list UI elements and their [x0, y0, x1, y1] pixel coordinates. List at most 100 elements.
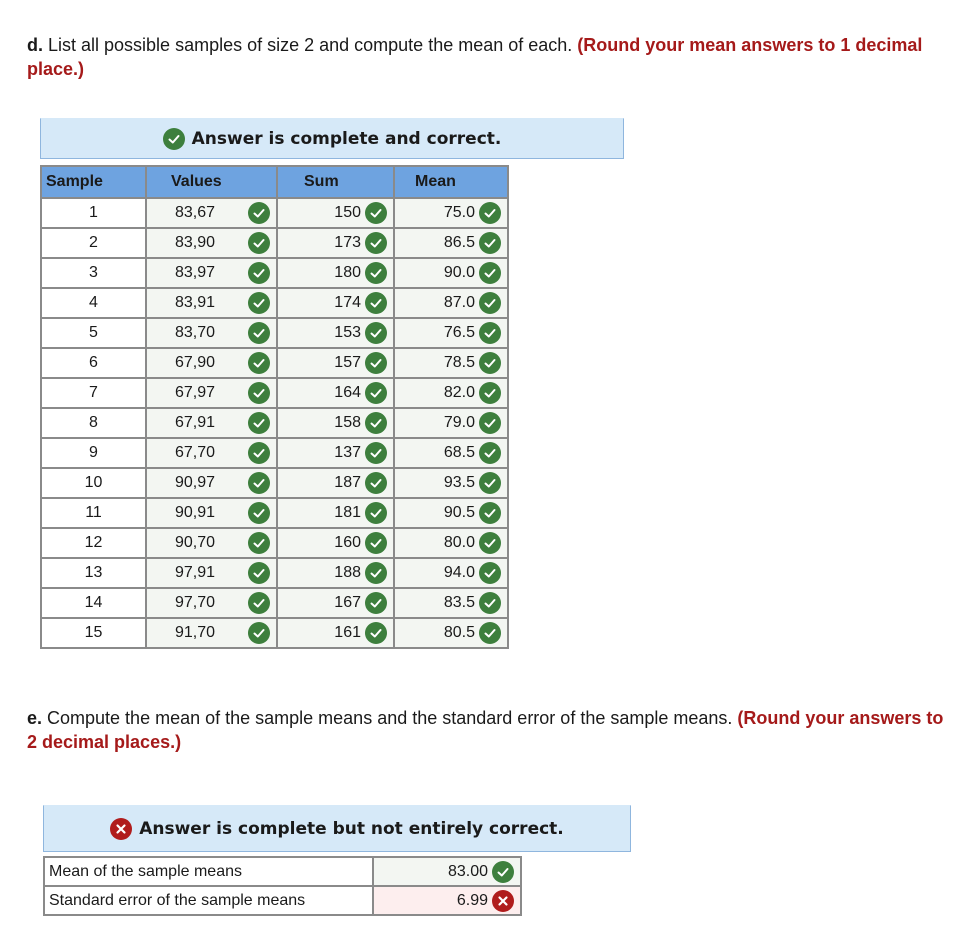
values-input[interactable]: 67,97 [145, 377, 278, 409]
mean-text: 94.0 [443, 564, 475, 581]
check-circle-icon [479, 202, 501, 224]
check-circle-icon [248, 472, 270, 494]
values-input[interactable]: 83,91 [145, 287, 278, 319]
header-sample: Sample [40, 165, 147, 199]
mean-text: 93.5 [443, 474, 475, 491]
table-row: 3 83,97 180 90.0 [40, 257, 509, 289]
summary-value: 83.00 [447, 862, 488, 880]
mean-input[interactable]: 83.5 [393, 587, 509, 619]
values-input[interactable]: 83,90 [145, 227, 278, 259]
values-text: 83,70 [175, 324, 216, 341]
sample-number: 3 [40, 257, 147, 289]
sum-text: 180 [334, 264, 361, 281]
values-input[interactable]: 83,70 [145, 317, 278, 349]
sum-input[interactable]: 174 [276, 287, 395, 319]
sum-input[interactable]: 158 [276, 407, 395, 439]
table-row: 12 90,70 160 80.0 [40, 527, 509, 559]
check-circle-icon [365, 442, 387, 464]
check-circle-icon [479, 622, 501, 644]
mean-input[interactable]: 79.0 [393, 407, 509, 439]
sum-input[interactable]: 180 [276, 257, 395, 289]
values-input[interactable]: 97,70 [145, 587, 278, 619]
mean-input[interactable]: 90.0 [393, 257, 509, 289]
sample-number: 13 [40, 557, 147, 589]
check-circle-icon [248, 562, 270, 584]
values-text: 83,67 [175, 204, 216, 221]
values-input[interactable]: 91,70 [145, 617, 278, 649]
mean-input[interactable]: 75.0 [393, 197, 509, 229]
values-input[interactable]: 67,90 [145, 347, 278, 379]
sum-input[interactable]: 157 [276, 347, 395, 379]
values-text: 97,70 [175, 594, 216, 611]
check-circle-icon [365, 592, 387, 614]
values-input[interactable]: 90,70 [145, 527, 278, 559]
values-input[interactable]: 67,91 [145, 407, 278, 439]
values-input[interactable]: 67,70 [145, 437, 278, 469]
check-circle-icon [479, 382, 501, 404]
sum-input[interactable]: 161 [276, 617, 395, 649]
mean-text: 90.0 [443, 264, 475, 281]
check-circle-icon [248, 322, 270, 344]
mean-text: 87.0 [443, 294, 475, 311]
sum-input[interactable]: 187 [276, 467, 395, 499]
values-input[interactable]: 90,97 [145, 467, 278, 499]
sample-number: 9 [40, 437, 147, 469]
mean-input[interactable]: 76.5 [393, 317, 509, 349]
mean-input[interactable]: 68.5 [393, 437, 509, 469]
table-row: 15 91,70 161 80.5 [40, 617, 509, 649]
sum-input[interactable]: 153 [276, 317, 395, 349]
values-input[interactable]: 90,91 [145, 497, 278, 529]
mean-input[interactable]: 82.0 [393, 377, 509, 409]
check-circle-icon [479, 592, 501, 614]
values-input[interactable]: 83,97 [145, 257, 278, 289]
sum-text: 173 [334, 234, 361, 251]
summary-row: Standard error of the sample means 6.99 [43, 885, 522, 916]
table-header-row: Sample Values Sum Mean [40, 165, 509, 199]
mean-input[interactable]: 94.0 [393, 557, 509, 589]
x-circle-icon [492, 889, 514, 912]
check-circle-icon [365, 382, 387, 404]
mean-text: 68.5 [443, 444, 475, 461]
sum-text: 181 [334, 504, 361, 521]
table-row: 4 83,91 174 87.0 [40, 287, 509, 319]
question-d: d. List all possible samples of size 2 a… [27, 33, 957, 81]
sum-input[interactable]: 167 [276, 587, 395, 619]
answer-status-banner-d: Answer is complete and correct. [40, 118, 624, 159]
sum-text: 160 [334, 534, 361, 551]
sample-number: 4 [40, 287, 147, 319]
check-circle-icon [479, 442, 501, 464]
sum-input[interactable]: 137 [276, 437, 395, 469]
values-input[interactable]: 97,91 [145, 557, 278, 589]
sample-number: 1 [40, 197, 147, 229]
mean-input[interactable]: 78.5 [393, 347, 509, 379]
mean-input[interactable]: 86.5 [393, 227, 509, 259]
table-row: 10 90,97 187 93.5 [40, 467, 509, 499]
sum-text: 157 [334, 354, 361, 371]
values-input[interactable]: 83,67 [145, 197, 278, 229]
check-circle-icon [365, 472, 387, 494]
mean-text: 79.0 [443, 414, 475, 431]
summary-answer-input[interactable]: 6.99 [372, 885, 522, 916]
sum-input[interactable]: 181 [276, 497, 395, 529]
mean-input[interactable]: 80.5 [393, 617, 509, 649]
values-text: 97,91 [175, 564, 216, 581]
summary-answer-input[interactable]: 83.00 [372, 856, 522, 887]
mean-input[interactable]: 80.0 [393, 527, 509, 559]
mean-input[interactable]: 93.5 [393, 467, 509, 499]
sum-input[interactable]: 173 [276, 227, 395, 259]
table-row: 11 90,91 181 90.5 [40, 497, 509, 529]
mean-input[interactable]: 90.5 [393, 497, 509, 529]
sum-input[interactable]: 188 [276, 557, 395, 589]
check-circle-icon [248, 262, 270, 284]
question-e: e. Compute the mean of the sample means … [27, 706, 957, 754]
mean-text: 78.5 [443, 354, 475, 371]
mean-text: 83.5 [443, 594, 475, 611]
sum-input[interactable]: 150 [276, 197, 395, 229]
sample-number: 7 [40, 377, 147, 409]
sum-text: 161 [334, 624, 361, 641]
sum-input[interactable]: 164 [276, 377, 395, 409]
values-text: 91,70 [175, 624, 216, 641]
sum-input[interactable]: 160 [276, 527, 395, 559]
mean-input[interactable]: 87.0 [393, 287, 509, 319]
check-circle-icon [479, 502, 501, 524]
